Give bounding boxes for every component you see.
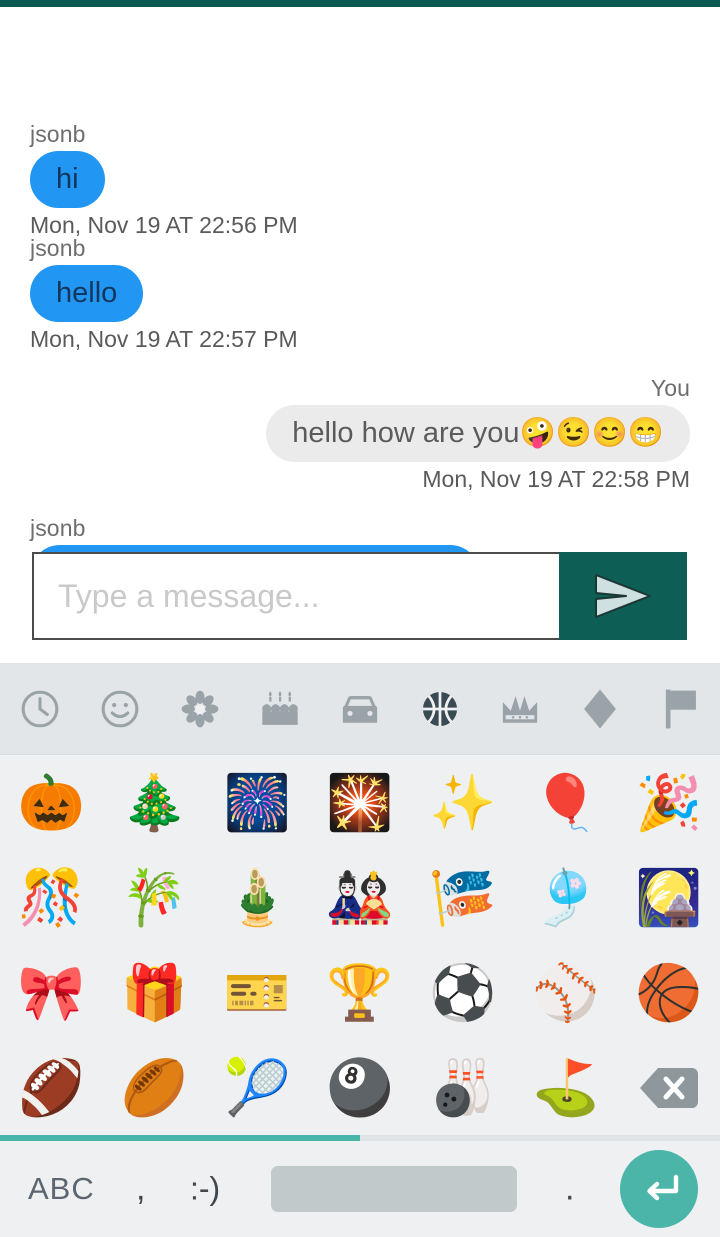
emoji-pine-decoration[interactable]: 🎍: [206, 850, 309, 945]
emoji-tab-travel[interactable]: [320, 663, 400, 755]
emoji-balloon[interactable]: 🎈: [514, 755, 617, 850]
emoji-pool-8-ball[interactable]: 🎱: [309, 1040, 412, 1135]
emoji-trophy[interactable]: 🏆: [309, 945, 412, 1040]
message-timestamp: Mon, Nov 19 AT 22:57 PM: [30, 326, 298, 352]
emoji-tab-recent[interactable]: [0, 663, 80, 755]
basketball-icon: [422, 691, 458, 726]
period-key[interactable]: .: [565, 1170, 574, 1209]
emoji-tab-flags[interactable]: [640, 663, 720, 755]
message-sender: jsonb: [30, 515, 86, 541]
enter-return-icon: [647, 1174, 679, 1201]
space-key[interactable]: [271, 1166, 517, 1212]
chat-top-spacer-5: [0, 111, 720, 123]
emoji-christmas-tree[interactable]: 🎄: [103, 755, 206, 850]
crown-icon: [502, 695, 538, 723]
chat-top-spacer-2: [0, 33, 720, 59]
emoji-ribbon[interactable]: 🎀: [0, 945, 103, 1040]
comma-key[interactable]: ,: [136, 1170, 145, 1209]
emoji-party-popper[interactable]: 🎉: [617, 755, 720, 850]
backspace-icon: [639, 1067, 698, 1108]
flag-icon: [665, 689, 696, 728]
message-row: jsonb hello Mon, Nov 19 AT 22:57 PM: [0, 237, 720, 351]
message-input[interactable]: [32, 552, 559, 640]
message-gap: [0, 351, 720, 377]
emoji-sparkler[interactable]: 🎇: [309, 755, 412, 850]
backspace-key[interactable]: [617, 1040, 720, 1135]
cake-icon: [262, 690, 298, 725]
message-sender: jsonb: [30, 121, 86, 147]
emoji-grid: 🎃 🎄 🎆 🎇 ✨ 🎈 🎉 🎊 🎋 🎍 🎎 🎏 🎐 🎑 🎀 🎁 🎫 🏆 ⚽ ⚾ …: [0, 755, 720, 1135]
chat-top-spacer: [0, 7, 720, 33]
emoji-confetti-ball[interactable]: 🎊: [0, 850, 103, 945]
emoji-bowling[interactable]: 🎳: [411, 1040, 514, 1135]
message-row: You hello how are you🤪😉😊😁 Mon, Nov 19 AT…: [0, 377, 720, 491]
abc-key[interactable]: ABC: [28, 1171, 95, 1207]
message-bubble[interactable]: hello: [30, 265, 144, 322]
message-composer: [32, 552, 687, 640]
enter-key[interactable]: [620, 1150, 698, 1228]
diamond-icon: [584, 689, 616, 728]
emoji-ticket[interactable]: 🎫: [206, 945, 309, 1040]
message-bubble[interactable]: hi: [30, 151, 105, 208]
emoji-american-football[interactable]: 🏈: [0, 1040, 103, 1135]
emoji-jack-o-lantern[interactable]: 🎃: [0, 755, 103, 850]
emoji-tab-symbols[interactable]: [560, 663, 640, 755]
chat-top-spacer-3: [0, 59, 720, 85]
emoji-wind-chime[interactable]: 🎐: [514, 850, 617, 945]
emoji-wrapped-gift[interactable]: 🎁: [103, 945, 206, 1040]
emoji-tab-smileys[interactable]: [80, 663, 160, 755]
clock-icon: [21, 690, 59, 727]
emoji-tennis[interactable]: 🎾: [206, 1040, 309, 1135]
send-button[interactable]: [559, 552, 687, 640]
emoji-baseball[interactable]: ⚾: [514, 945, 617, 1040]
message-bubble[interactable]: hello how are you🤪😉😊😁: [266, 405, 690, 462]
chat-message-list[interactable]: jsonb hi Mon, Nov 19 AT 22:56 PM jsonb h…: [0, 7, 720, 552]
emoticon-key[interactable]: :-): [190, 1171, 220, 1208]
keyboard-bottom-row: ABC , :-) .: [0, 1141, 720, 1237]
smiley-icon: [101, 690, 139, 727]
emoji-tab-activity[interactable]: [400, 663, 480, 755]
emoji-tab-objects[interactable]: [480, 663, 560, 755]
emoji-keyboard: 🎃 🎄 🎆 🎇 ✨ 🎈 🎉 🎊 🎋 🎍 🎎 🎏 🎐 🎑 🎀 🎁 🎫 🏆 ⚽ ⚾ …: [0, 663, 720, 1237]
message-row: jsonb: [0, 517, 720, 552]
message-sender: You: [650, 375, 690, 401]
emoji-basketball[interactable]: 🏀: [617, 945, 720, 1040]
send-paper-plane-icon: [595, 574, 651, 618]
message-gap-2: [0, 491, 720, 517]
car-icon: [342, 695, 378, 723]
message-timestamp: Mon, Nov 19 AT 22:56 PM: [30, 212, 298, 238]
message-timestamp: Mon, Nov 19 AT 22:58 PM: [422, 466, 690, 492]
emoji-carp-streamer[interactable]: 🎏: [411, 850, 514, 945]
emoji-golf-flag-in-hole[interactable]: ⛳: [514, 1040, 617, 1135]
emoji-category-tabs: [0, 663, 720, 755]
flower-icon: [181, 690, 219, 727]
chat-top-spacer-4: [0, 85, 720, 111]
emoji-tab-nature[interactable]: [160, 663, 240, 755]
chat-app-screen: jsonb hi Mon, Nov 19 AT 22:56 PM jsonb h…: [0, 0, 720, 1237]
emoji-sparkles[interactable]: ✨: [411, 755, 514, 850]
message-sender: jsonb: [30, 235, 86, 261]
emoji-moon-viewing-ceremony[interactable]: 🎑: [617, 850, 720, 945]
emoji-japanese-dolls[interactable]: 🎎: [309, 850, 412, 945]
emoji-tab-food[interactable]: [240, 663, 320, 755]
status-bar: [0, 0, 720, 7]
emoji-soccer-ball[interactable]: ⚽: [411, 945, 514, 1040]
emoji-fireworks[interactable]: 🎆: [206, 755, 309, 850]
emoji-rugby-football[interactable]: 🏉: [103, 1040, 206, 1135]
message-row: jsonb hi Mon, Nov 19 AT 22:56 PM: [0, 123, 720, 237]
message-bubble[interactable]: [30, 545, 480, 552]
emoji-tanabata-tree[interactable]: 🎋: [103, 850, 206, 945]
